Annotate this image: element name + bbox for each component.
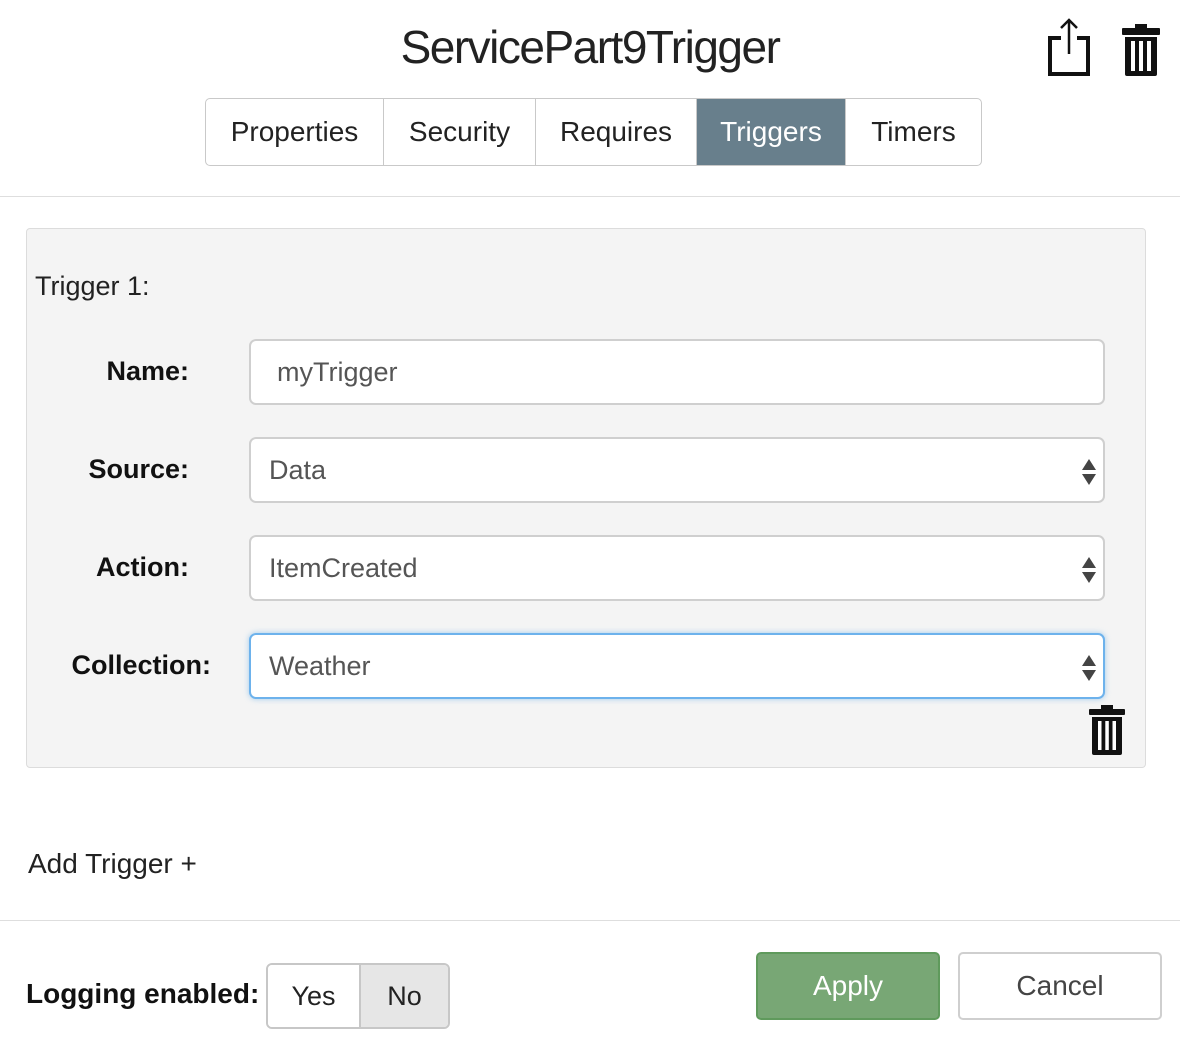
action-label: Action: xyxy=(96,552,189,582)
export-share-icon[interactable] xyxy=(1044,16,1094,78)
select-arrows-icon xyxy=(1082,655,1096,681)
tab-requires[interactable]: Requires xyxy=(536,99,697,165)
tab-triggers[interactable]: Triggers xyxy=(697,99,846,165)
page-title: ServicePart9Trigger xyxy=(400,21,781,73)
trigger-heading: Trigger 1: xyxy=(35,271,150,301)
trigger-panel: Trigger 1: Name: myTrigger Source: Data … xyxy=(26,228,1146,768)
source-select[interactable]: Data xyxy=(249,437,1105,503)
logging-yes-button[interactable]: Yes xyxy=(268,965,361,1027)
logging-enabled-label: Logging enabled: xyxy=(26,978,260,1009)
collection-label: Collection: xyxy=(71,650,212,680)
action-select-value: ItemCreated xyxy=(269,552,418,583)
trash-icon[interactable] xyxy=(1116,16,1166,78)
collection-select-value: Weather xyxy=(269,650,371,681)
name-input[interactable]: myTrigger xyxy=(249,339,1105,405)
select-arrows-icon xyxy=(1082,557,1096,583)
logging-no-button[interactable]: No xyxy=(361,965,448,1027)
tab-bar: Properties Security Requires Triggers Ti… xyxy=(205,98,982,166)
tab-security[interactable]: Security xyxy=(384,99,536,165)
source-select-value: Data xyxy=(269,454,327,485)
source-label: Source: xyxy=(88,454,189,484)
cancel-button[interactable]: Cancel xyxy=(958,952,1162,1020)
footer-divider xyxy=(0,920,1180,921)
name-input-value: myTrigger xyxy=(277,356,398,387)
name-label: Name: xyxy=(106,356,189,386)
delete-trigger-trash-icon[interactable] xyxy=(1087,701,1127,757)
tab-properties[interactable]: Properties xyxy=(206,99,384,165)
collection-select[interactable]: Weather xyxy=(249,633,1105,699)
header-divider xyxy=(0,196,1180,197)
select-arrows-icon xyxy=(1082,459,1096,485)
add-trigger-link[interactable]: Add Trigger + xyxy=(28,848,197,880)
tab-timers[interactable]: Timers xyxy=(846,99,981,165)
apply-button[interactable]: Apply xyxy=(756,952,940,1020)
logging-toggle: Yes No xyxy=(266,963,450,1029)
action-select[interactable]: ItemCreated xyxy=(249,535,1105,601)
